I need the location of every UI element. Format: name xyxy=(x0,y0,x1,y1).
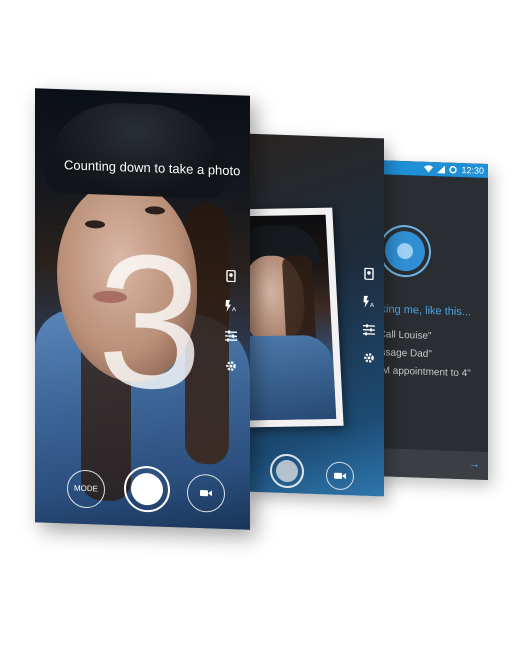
flash-auto-icon[interactable]: A xyxy=(225,299,237,312)
flash-auto-icon[interactable]: A xyxy=(363,295,375,308)
arrow-right-icon[interactable]: → xyxy=(469,458,480,470)
video-camera-icon xyxy=(200,490,212,497)
portrait-icon[interactable] xyxy=(363,267,375,281)
photo-image xyxy=(246,214,337,421)
assistant-screen: 12:30 sking me, like this... "Call Louis… xyxy=(375,160,488,480)
camera-options: A xyxy=(225,269,237,372)
status-time: 12:30 xyxy=(461,165,484,176)
camera-options: A xyxy=(363,267,375,364)
photo-preview-screen: A xyxy=(246,133,384,497)
wifi-icon xyxy=(424,165,434,173)
video-mode-button[interactable] xyxy=(187,473,225,513)
listening-orb[interactable] xyxy=(385,230,425,272)
video-camera-icon xyxy=(334,472,346,480)
photo-subject-hat xyxy=(45,100,225,199)
filter-sliders-icon[interactable] xyxy=(225,330,237,342)
portrait-icon[interactable] xyxy=(225,269,237,283)
alarm-icon xyxy=(449,166,458,174)
mode-button[interactable]: MODE xyxy=(67,469,105,509)
shutter-button[interactable] xyxy=(124,465,170,513)
countdown-number: 3 xyxy=(97,214,203,431)
assistant-prompt: sking me, like this... xyxy=(375,303,471,319)
settings-gear-icon[interactable] xyxy=(363,352,375,364)
shutter-button[interactable] xyxy=(270,453,304,489)
svg-text:A: A xyxy=(232,307,236,312)
shutter-core xyxy=(276,459,298,483)
status-bar: 12:30 xyxy=(375,160,488,178)
filter-sliders-icon[interactable] xyxy=(363,324,375,336)
cellular-signal-icon xyxy=(437,165,446,174)
eye xyxy=(145,206,165,215)
status-icons: 12:30 xyxy=(424,164,484,176)
captured-photo[interactable] xyxy=(246,207,344,428)
settings-gear-icon[interactable] xyxy=(225,360,237,372)
svg-text:A: A xyxy=(370,303,374,308)
suggestion-item: PM appointment to 4" xyxy=(375,365,471,380)
shutter-core xyxy=(131,472,163,506)
camera-countdown-screen: Counting down to take a photo 3 A MODE xyxy=(35,88,250,530)
video-mode-button[interactable] xyxy=(326,461,354,491)
assistant-bottom-bar: → xyxy=(375,448,488,480)
listening-orb-core xyxy=(397,242,413,260)
